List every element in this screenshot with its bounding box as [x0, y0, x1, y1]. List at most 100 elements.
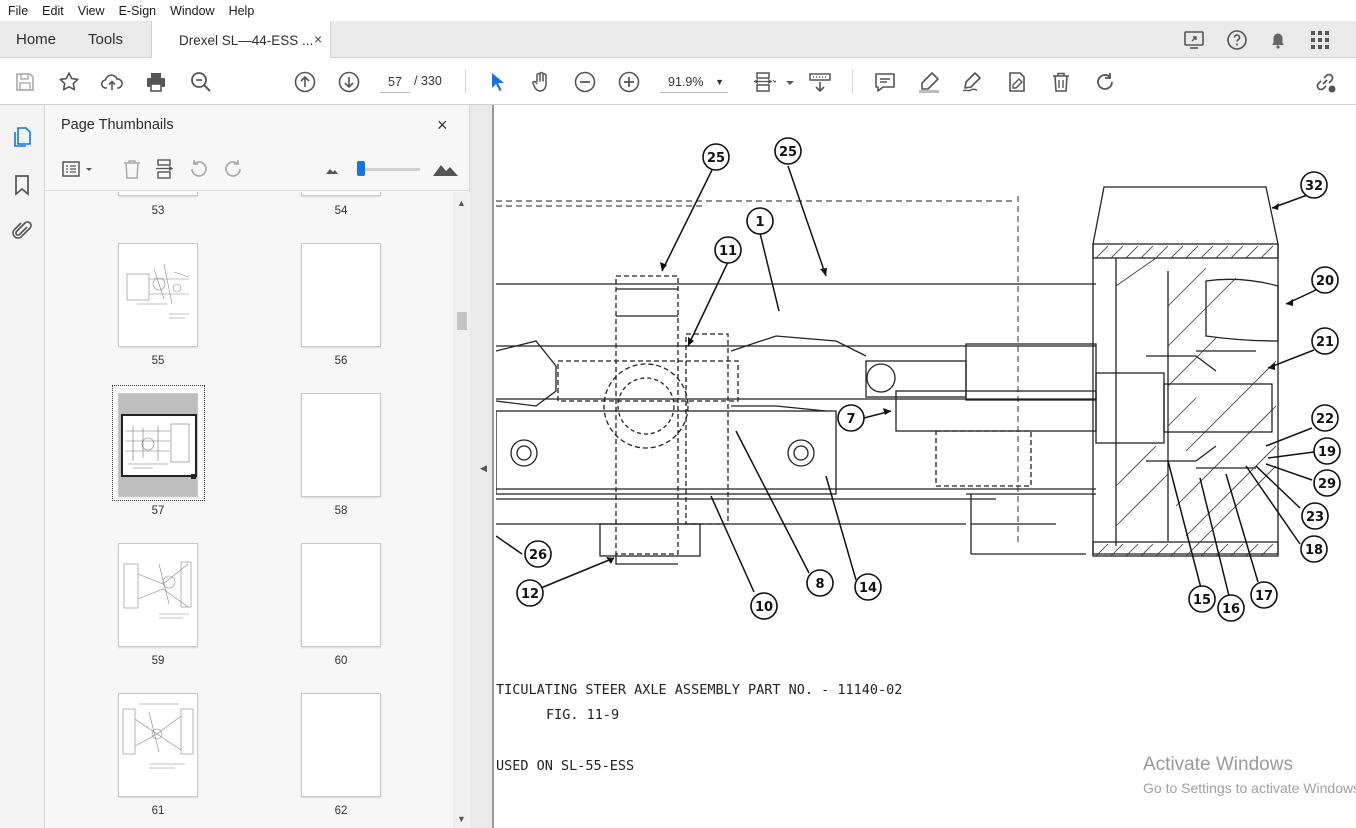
rotate-redo-icon[interactable] — [1093, 70, 1117, 94]
help-icon[interactable] — [1226, 29, 1248, 51]
sign-pen-icon[interactable] — [960, 70, 984, 94]
tab-document-title: Drexel SL—44-ESS ... — [179, 33, 314, 48]
menu-edit[interactable]: Edit — [42, 4, 64, 18]
thumbnail-page[interactable] — [118, 192, 198, 196]
callout-label: 1 — [755, 215, 764, 230]
share-screen-icon[interactable] — [1183, 29, 1205, 51]
edit-document-icon[interactable] — [1005, 70, 1029, 94]
attachments-paperclip-icon[interactable] — [10, 219, 34, 243]
apps-grid-icon[interactable] — [1309, 29, 1331, 51]
tab-home[interactable]: Home — [16, 31, 56, 48]
thumbnail-large-icon[interactable] — [431, 158, 459, 180]
callout-label: 25 — [707, 151, 725, 166]
thumbnail-size-slider[interactable] — [358, 168, 420, 171]
thumbnail-page[interactable] — [301, 543, 381, 647]
collapse-panel-icon[interactable]: ◀ — [480, 463, 487, 474]
scroll-mode-icon[interactable] — [808, 70, 832, 94]
menu-bar: File Edit View E-Sign Window Help — [0, 0, 1356, 21]
previous-page-icon[interactable] — [293, 70, 317, 94]
figure-usage-note: USED ON SL-55-ESS — [496, 758, 635, 774]
callout-label: 22 — [1316, 412, 1334, 427]
menu-window[interactable]: Window — [170, 4, 214, 18]
thumbnail-label: 58 — [334, 505, 348, 517]
document-view[interactable]: 25 25 1 11 32 20 21 22 19 29 23 18 17 16… — [496, 106, 1356, 828]
close-panel-icon[interactable]: × — [437, 115, 448, 136]
toolbar-divider — [465, 70, 466, 94]
thumbnail-page[interactable] — [118, 693, 198, 797]
thumbnail-label: 57 — [151, 505, 165, 517]
thumbnail-page[interactable] — [301, 192, 381, 196]
zoom-level-value: 91.9% — [668, 75, 704, 89]
rotate-left-icon[interactable] — [188, 158, 210, 180]
search-zoom-icon[interactable] — [189, 70, 213, 94]
rotate-right-icon[interactable] — [222, 158, 244, 180]
page-separator: / — [414, 74, 418, 88]
page-count: / 330 — [414, 74, 442, 88]
thumbnail-page[interactable] — [118, 543, 198, 647]
menu-help[interactable]: Help — [229, 4, 255, 18]
scroll-up-icon[interactable]: ▲ — [457, 198, 466, 208]
thumbnail-small-icon[interactable] — [321, 158, 343, 180]
thumbnail-page[interactable] — [301, 393, 381, 497]
comment-icon[interactable] — [873, 70, 897, 94]
zoom-in-icon[interactable] — [617, 70, 641, 94]
delete-trash-icon[interactable] — [1049, 70, 1073, 94]
print-icon[interactable] — [144, 70, 168, 94]
zoom-out-icon[interactable] — [573, 70, 597, 94]
activate-windows-subtitle: Go to Settings to activate Windows. — [1143, 780, 1356, 796]
tab-tools[interactable]: Tools — [88, 31, 123, 48]
thumbnail-label: 59 — [151, 655, 165, 667]
highlight-pen-icon[interactable] — [917, 70, 941, 94]
page-thumbnails-panel: Page Thumbnails × 53 54 55 56 57 58 59 6… — [45, 105, 470, 828]
upload-cloud-icon[interactable] — [100, 70, 124, 94]
thumbnail-scrollbar[interactable]: ▲ ▼ — [453, 192, 470, 828]
thumbnail-viewport — [121, 414, 197, 477]
callout-label: 11 — [719, 244, 737, 259]
close-tab-icon[interactable]: × — [314, 31, 322, 47]
tab-document[interactable]: Drexel SL—44-ESS ... × — [151, 21, 331, 59]
callout-label: 26 — [529, 548, 547, 563]
thumbnail-size-slider-knob[interactable] — [357, 161, 365, 176]
axle-assembly-drawing: 25 25 1 11 32 20 21 22 19 29 23 18 17 16… — [496, 137, 1341, 622]
menu-view[interactable]: View — [78, 4, 105, 18]
hand-pan-icon[interactable] — [529, 70, 553, 94]
thumbnail-label: 54 — [334, 205, 348, 217]
select-cursor-icon[interactable] — [486, 70, 510, 94]
menu-file[interactable]: File — [8, 4, 28, 18]
insert-page-icon[interactable] — [154, 158, 176, 180]
callout-label: 20 — [1316, 274, 1334, 289]
thumbnail-page-selected[interactable] — [118, 393, 198, 497]
callout-label: 32 — [1305, 179, 1323, 194]
thumbnail-label: 56 — [334, 355, 348, 367]
callout-label: 8 — [815, 577, 824, 592]
page-fit-dropdown-icon[interactable] — [778, 70, 794, 94]
toolbar-divider — [852, 70, 853, 94]
page-number-input[interactable]: 57 — [380, 71, 410, 93]
page-fit-icon[interactable] — [752, 70, 778, 94]
viewport-resize-handle[interactable] — [191, 474, 196, 479]
notifications-bell-icon[interactable] — [1267, 29, 1289, 51]
share-link-icon[interactable] — [1313, 70, 1337, 94]
thumbnail-label: 62 — [334, 805, 348, 817]
callout-label: 7 — [846, 412, 855, 427]
bookmark-star-icon[interactable] — [57, 70, 81, 94]
thumbnail-options-icon[interactable] — [61, 158, 95, 180]
menu-esign[interactable]: E-Sign — [119, 4, 157, 18]
panel-title: Page Thumbnails — [61, 117, 174, 133]
scroll-down-icon[interactable]: ▼ — [457, 814, 466, 824]
delete-page-icon[interactable] — [121, 158, 143, 180]
page-thumbnails-icon[interactable] — [10, 125, 34, 149]
save-icon[interactable] — [13, 70, 37, 94]
thumbnail-page[interactable] — [301, 243, 381, 347]
chevron-down-icon: ▼ — [715, 77, 724, 87]
thumbnail-page[interactable] — [301, 693, 381, 797]
callout-label: 29 — [1318, 477, 1336, 492]
next-page-icon[interactable] — [337, 70, 361, 94]
scrollbar-thumb[interactable] — [457, 312, 467, 330]
zoom-level-select[interactable]: 91.9% ▼ — [660, 71, 728, 93]
bookmarks-icon[interactable] — [10, 173, 34, 197]
navigation-rail — [0, 105, 45, 828]
thumbnail-page[interactable] — [118, 243, 198, 347]
panel-splitter[interactable]: ◀ — [470, 105, 494, 828]
thumbnail-label: 55 — [151, 355, 165, 367]
